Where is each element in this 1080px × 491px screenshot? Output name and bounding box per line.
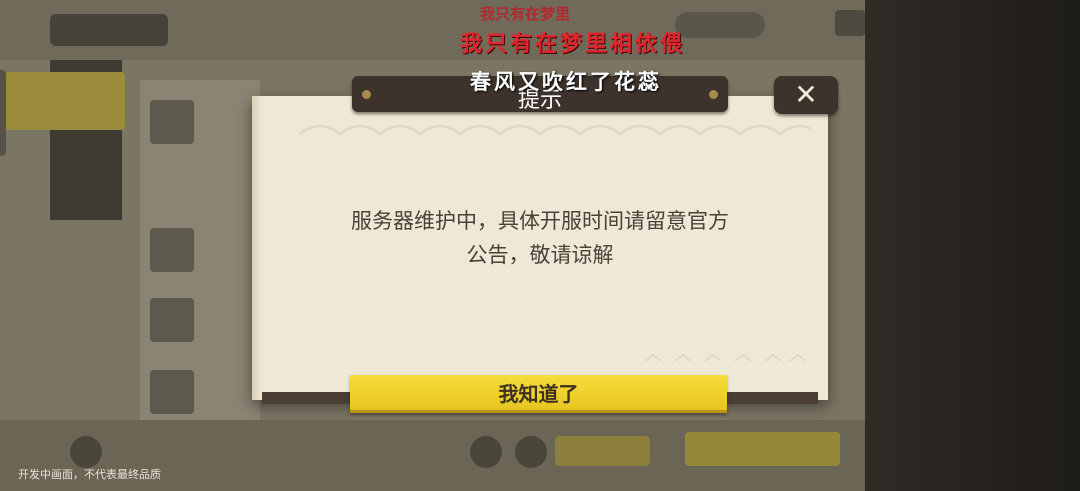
lyric-line-white: 春风又吹红了花蕊 (470, 69, 662, 94)
background-circle-icon (470, 436, 502, 468)
lyric-line-top: 我只有在梦里 (480, 5, 571, 23)
background-circle-icon (70, 436, 102, 468)
background-list-item (150, 228, 194, 272)
dev-watermark: 开发中画面，不代表最终品质 (18, 468, 161, 481)
dialog-paper-edge (252, 96, 262, 400)
dialog-message-line: 服务器维护中，具体开服时间请留意官方 (351, 209, 729, 233)
confirm-button-label: 我知道了 (498, 382, 579, 406)
paper-cloud-pattern (290, 110, 810, 144)
background-back-button (50, 14, 168, 46)
background-currency (675, 12, 765, 38)
background-list-item (150, 100, 194, 144)
background-top-icon (835, 10, 865, 36)
dialog-message: 服务器维护中，具体开服时间请留意官方 公告，敬请谅解 (300, 204, 780, 272)
paper-bird-pattern (640, 345, 810, 369)
confirm-button[interactable]: 我知道了 (350, 375, 727, 413)
background-edge-handle (0, 70, 6, 156)
background-circle-icon (515, 436, 547, 468)
background-list-item (150, 298, 194, 342)
lyric-line-red: 我只有在梦里相依偎 (460, 31, 686, 57)
close-icon: ✕ (794, 78, 818, 111)
close-button[interactable]: ✕ (774, 76, 838, 114)
background-button (555, 436, 650, 466)
background-right-scene (865, 0, 1080, 491)
background-list-item (150, 370, 194, 414)
background-button (685, 432, 840, 466)
background-sidebar-selected (5, 72, 125, 130)
dialog-message-line: 公告，敬请谅解 (466, 243, 614, 267)
